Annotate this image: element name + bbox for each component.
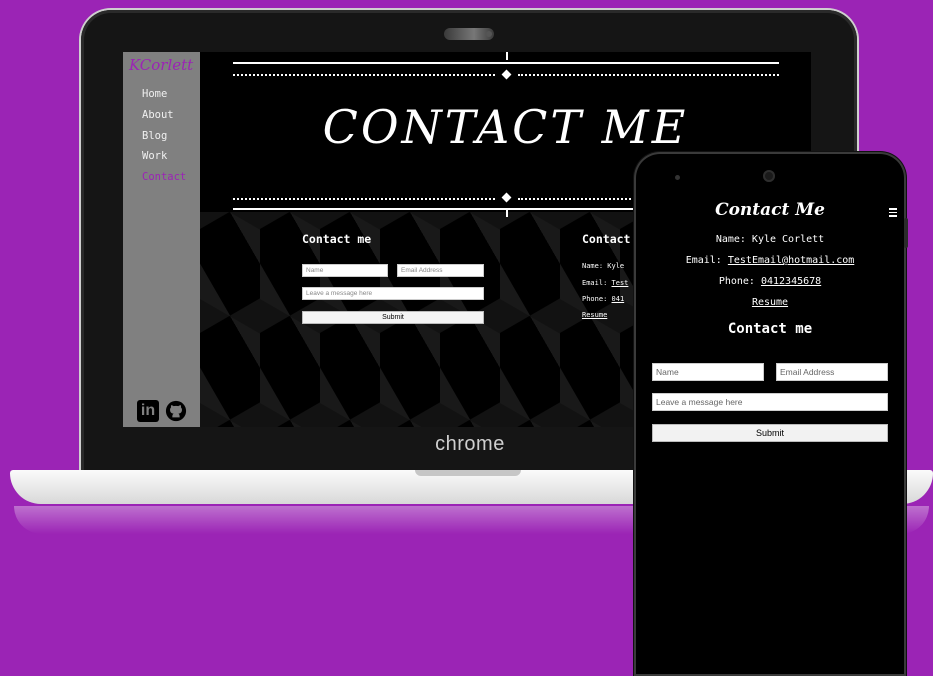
contact-name: Name: Kyle: [582, 262, 625, 270]
top-dotted-line-right: [518, 74, 779, 76]
phone-contact-form-title: Contact me: [727, 321, 813, 337]
name-input[interactable]: Name: [302, 264, 388, 277]
contact-email-label: Email:: [582, 279, 612, 287]
nav-item-home[interactable]: Home: [142, 88, 167, 100]
phone-contact-email-label: Email:: [685, 255, 728, 266]
contact-info-title: Contact: [582, 232, 631, 246]
nav-item-about[interactable]: About: [142, 109, 174, 121]
top-diamond-ornament: [501, 69, 512, 80]
resume-link[interactable]: Resume: [582, 311, 607, 319]
phone-body: [634, 152, 906, 676]
top-ornament-tick: [506, 52, 508, 60]
phone-site-brand[interactable]: Contact Me: [650, 200, 890, 220]
contact-form-title: Contact me: [302, 232, 372, 246]
phone-camera: [763, 170, 775, 182]
bottom-dotted-line-left: [233, 198, 495, 200]
contact-phone-row: Phone: 041: [582, 295, 624, 303]
linkedin-icon[interactable]: in: [137, 400, 159, 422]
hero-title: CONTACT ME: [322, 100, 689, 154]
phone-contact-phone-label: Phone:: [718, 276, 761, 287]
laptop-camera-lens: [486, 31, 492, 37]
phone-contact-email-link[interactable]: TestEmail@hotmail.com: [728, 255, 854, 266]
phone-submit-button[interactable]: Submit: [652, 424, 888, 442]
contact-phone-link[interactable]: 041: [612, 295, 625, 303]
submit-button[interactable]: Submit: [302, 311, 484, 324]
phone-contact-email-row: Email: TestEmail@hotmail.com: [650, 255, 890, 266]
nav-item-work[interactable]: Work: [142, 150, 167, 162]
phone-contact-phone-row: Phone: 0412345678: [650, 276, 890, 287]
contact-email-link[interactable]: Test: [612, 279, 629, 287]
hamburger-menu-icon[interactable]: [889, 208, 897, 217]
top-dotted-line-left: [233, 74, 495, 76]
contact-email-row: Email: Test: [582, 279, 628, 287]
sidebar: KCorlett Home About Blog Work Contact in: [123, 52, 200, 427]
bottom-diamond-ornament: [501, 192, 512, 203]
chrome-logo: chrome: [435, 433, 505, 455]
bottom-ornament-tick: [506, 209, 508, 217]
phone-resume-link[interactable]: Resume: [752, 297, 788, 308]
laptop-base-notch: [415, 470, 521, 476]
phone-email-input[interactable]: Email Address: [776, 363, 888, 381]
site-brand-logo[interactable]: KCorlett: [129, 56, 193, 74]
phone-sensor: [675, 175, 680, 180]
phone-message-input[interactable]: Leave a message here: [652, 393, 888, 411]
message-input[interactable]: Leave a message here: [302, 287, 484, 300]
contact-phone-label: Phone:: [582, 295, 612, 303]
github-icon[interactable]: [165, 400, 187, 422]
phone-name-input[interactable]: Name: [652, 363, 764, 381]
phone-contact-name: Name: Kyle Corlett: [715, 234, 825, 245]
nav-item-blog[interactable]: Blog: [142, 130, 167, 142]
phone-contact-phone-link[interactable]: 0412345678: [761, 276, 821, 287]
phone-side-button: [904, 218, 908, 248]
email-input[interactable]: Email Address: [397, 264, 484, 277]
nav-item-contact[interactable]: Contact: [142, 171, 186, 183]
top-frame-line: [233, 62, 779, 64]
